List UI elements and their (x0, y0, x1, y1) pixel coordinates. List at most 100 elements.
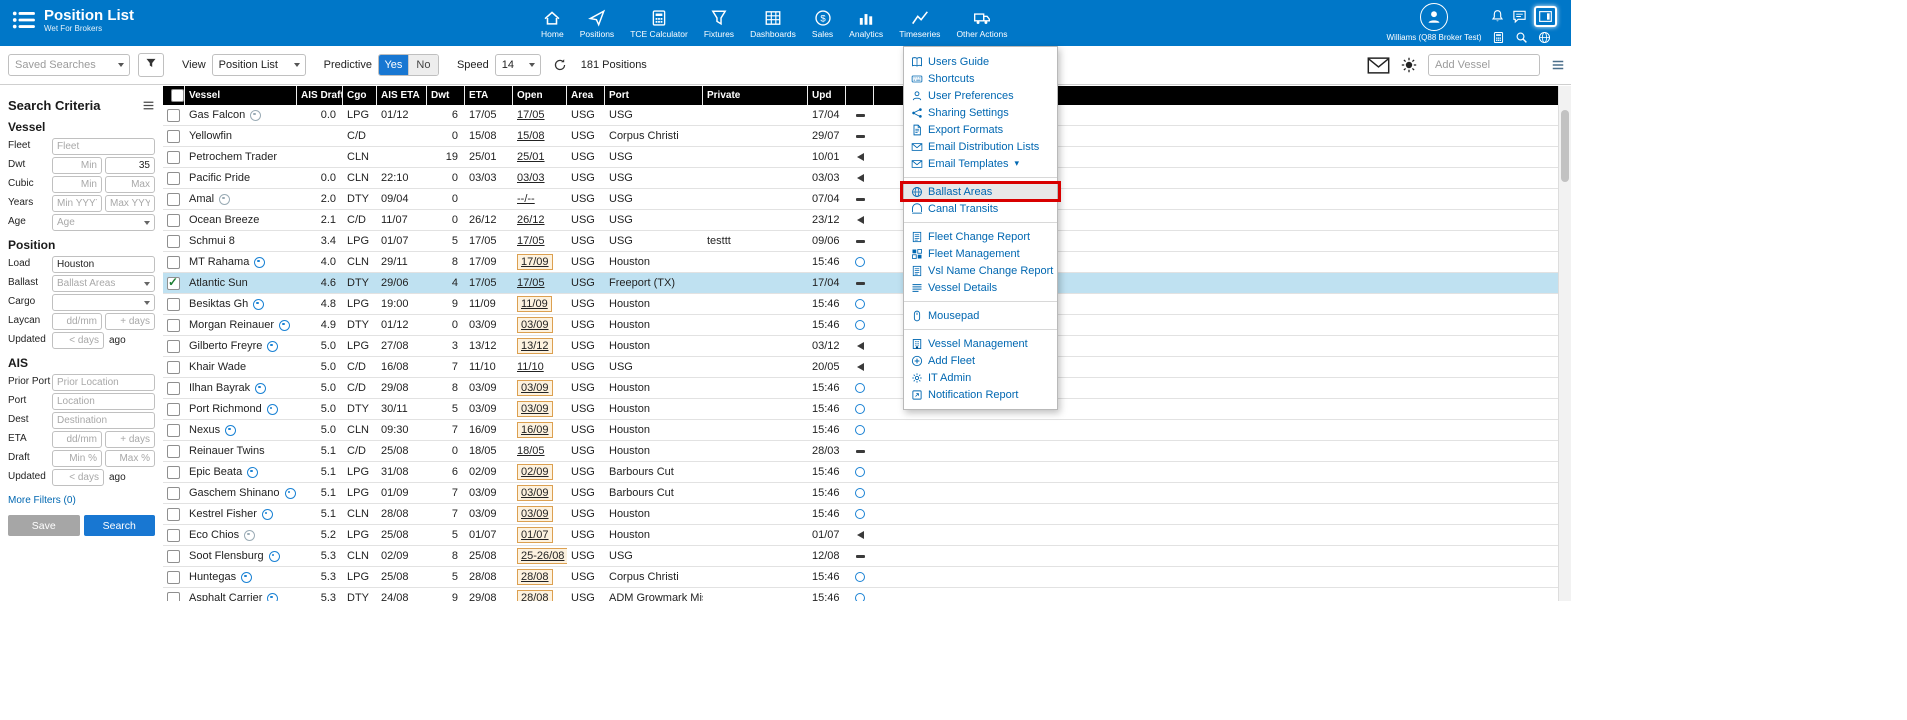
open-date-link[interactable]: 03/09 (517, 380, 553, 396)
vertical-scrollbar[interactable] (1558, 86, 1571, 601)
menu-item-fleet-management[interactable]: Fleet Management (904, 245, 1057, 262)
table-row[interactable]: Eco Chios5.2LPG25/08501/0701/07USGHousto… (163, 525, 1559, 546)
column-header-col12[interactable] (846, 86, 874, 105)
table-row[interactable]: Gilberto Freyre5.0LPG27/08313/1213/12USG… (163, 336, 1559, 357)
row-checkbox[interactable] (167, 361, 180, 374)
table-row[interactable]: Nexus5.0CLN09:30716/0916/09USGHouston15:… (163, 420, 1559, 441)
table-row[interactable]: MT Rahama4.0CLN29/11817/0917/09USGHousto… (163, 252, 1559, 273)
row-checkbox[interactable] (167, 424, 180, 437)
column-header-area[interactable]: Area (567, 86, 605, 105)
refresh-button[interactable] (553, 58, 567, 72)
column-header-upd[interactable]: Upd (808, 86, 846, 105)
menu-item-vsl-name-change-report[interactable]: Vsl Name Change Report (904, 262, 1057, 279)
table-row[interactable]: Pacific Pride0.0CLN22:10003/0303/03USGUS… (163, 168, 1559, 189)
open-date-link[interactable]: 17/05 (517, 109, 545, 121)
menu-item-user-preferences[interactable]: User Preferences (904, 87, 1057, 104)
table-row[interactable]: Ocean Breeze2.1C/D11/07026/1226/12USGUSG… (163, 210, 1559, 231)
row-checkbox[interactable] (167, 382, 180, 395)
row-checkbox[interactable] (167, 130, 180, 143)
table-row[interactable]: Port Richmond5.0DTY30/11503/0903/09USGHo… (163, 399, 1559, 420)
row-checkbox[interactable] (167, 151, 180, 164)
row-checkbox[interactable] (167, 256, 180, 269)
predictive-yes-button[interactable]: Yes (379, 55, 408, 75)
table-row[interactable]: Atlantic Sun4.6DTY29/06417/0517/05USGFre… (163, 273, 1559, 294)
scrollbar-thumb[interactable] (1561, 110, 1569, 182)
column-header-open[interactable]: Open (513, 86, 567, 105)
menu-item-sharing-settings[interactable]: Sharing Settings (904, 104, 1057, 121)
menu-item-shortcuts[interactable]: Shortcuts (904, 70, 1057, 87)
open-date-link[interactable]: 25/01 (517, 151, 545, 163)
updated-input[interactable] (52, 469, 104, 486)
menu-item-notification-report[interactable]: Notification Report (904, 386, 1057, 403)
row-checkbox[interactable] (167, 445, 180, 458)
row-checkbox[interactable] (167, 193, 180, 206)
laycan-input[interactable] (52, 313, 102, 330)
menu-item-it-admin[interactable]: IT Admin (904, 369, 1057, 386)
open-date-link[interactable]: 16/09 (517, 422, 553, 438)
nav-item-tce-calculator[interactable]: TCE Calculator (622, 0, 696, 46)
globe-icon[interactable] (1538, 31, 1551, 44)
column-menu-button[interactable] (1551, 58, 1565, 72)
nav-item-dashboards[interactable]: Dashboards (742, 0, 804, 46)
years-input[interactable] (52, 195, 102, 212)
predictive-no-button[interactable]: No (408, 55, 438, 75)
table-row[interactable]: Reinauer Twins5.1C/D25/08018/0518/05USGH… (163, 441, 1559, 462)
open-date-link[interactable]: 17/05 (517, 277, 545, 289)
menu-item-fleet-change-report[interactable]: Fleet Change Report (904, 228, 1057, 245)
dwt-input[interactable] (52, 157, 102, 174)
table-row[interactable]: Asphalt Carrier5.3DTY24/08929/0828/08USG… (163, 588, 1559, 601)
row-checkbox[interactable] (167, 571, 180, 584)
eta-input[interactable] (105, 431, 155, 448)
open-date-link[interactable]: 17/09 (517, 254, 553, 270)
table-row[interactable]: Besiktas Gh4.8LPG19:00911/0911/09USGHous… (163, 294, 1559, 315)
fleet-input[interactable] (52, 138, 155, 155)
row-checkbox[interactable] (167, 172, 180, 185)
calculator-icon[interactable] (1492, 31, 1505, 44)
menu-item-ballast-areas[interactable]: Ballast Areas (904, 183, 1057, 200)
table-row[interactable]: Schmui 83.4LPG01/07517/0517/05USGUSGtest… (163, 231, 1559, 252)
view-select[interactable]: Position List (212, 54, 306, 76)
open-date-link[interactable]: 03/09 (517, 485, 553, 501)
open-date-link[interactable]: 11/10 (517, 361, 544, 373)
speed-select[interactable]: 14 (495, 54, 541, 76)
laycan-input[interactable] (105, 313, 155, 330)
row-checkbox[interactable] (167, 298, 180, 311)
cargo-select[interactable] (52, 294, 155, 311)
menu-item-add-fleet[interactable]: Add Fleet (904, 352, 1057, 369)
table-row[interactable]: Gaschem Shinano5.1LPG01/09703/0903/09USG… (163, 483, 1559, 504)
table-row[interactable]: Amal2.0DTY09/040--/--USGUSG07/04 (163, 189, 1559, 210)
row-checkbox[interactable] (167, 508, 180, 521)
open-date-link[interactable]: 11/09 (517, 296, 552, 312)
open-date-link[interactable]: 03/09 (517, 317, 553, 333)
more-filters-link[interactable]: More Filters (0) (8, 495, 76, 506)
menu-item-vessel-details[interactable]: Vessel Details (904, 279, 1057, 296)
open-date-link[interactable]: 28/08 (517, 590, 553, 601)
load-input[interactable] (52, 256, 155, 273)
open-date-link[interactable]: 25-26/08 (517, 548, 567, 564)
save-button[interactable]: Save (8, 515, 80, 536)
menu-item-email-distribution-lists[interactable]: Email Distribution Lists (904, 138, 1057, 155)
row-checkbox[interactable] (167, 592, 180, 602)
chat-icon[interactable] (1512, 9, 1527, 24)
eta-input[interactable] (52, 431, 102, 448)
nav-item-other-actions[interactable]: Other Actions (948, 0, 1015, 46)
row-checkbox[interactable] (167, 403, 180, 416)
dwt-input[interactable] (105, 157, 155, 174)
add-vessel-input[interactable] (1428, 54, 1540, 76)
table-row[interactable]: Ilhan Bayrak5.0C/D29/08803/0903/09USGHou… (163, 378, 1559, 399)
row-checkbox[interactable] (167, 529, 180, 542)
open-date-link[interactable]: 02/09 (517, 464, 553, 480)
saved-searches-select[interactable]: Saved Searches (8, 54, 130, 76)
nav-item-home[interactable]: Home (533, 0, 572, 46)
row-checkbox[interactable] (167, 466, 180, 479)
open-date-link[interactable]: 01/07 (517, 527, 553, 543)
cubic-input[interactable] (52, 176, 102, 193)
email-button[interactable] (1367, 57, 1390, 74)
search-button[interactable]: Search (84, 515, 156, 536)
age-select[interactable]: Age (52, 214, 155, 231)
nav-item-fixtures[interactable]: Fixtures (696, 0, 742, 46)
table-row[interactable]: Khair Wade5.0C/D16/08711/1011/10USGUSG20… (163, 357, 1559, 378)
column-header-eta[interactable]: ETA (465, 86, 513, 105)
column-header-col0[interactable] (163, 86, 185, 105)
search-icon[interactable] (1515, 31, 1528, 44)
